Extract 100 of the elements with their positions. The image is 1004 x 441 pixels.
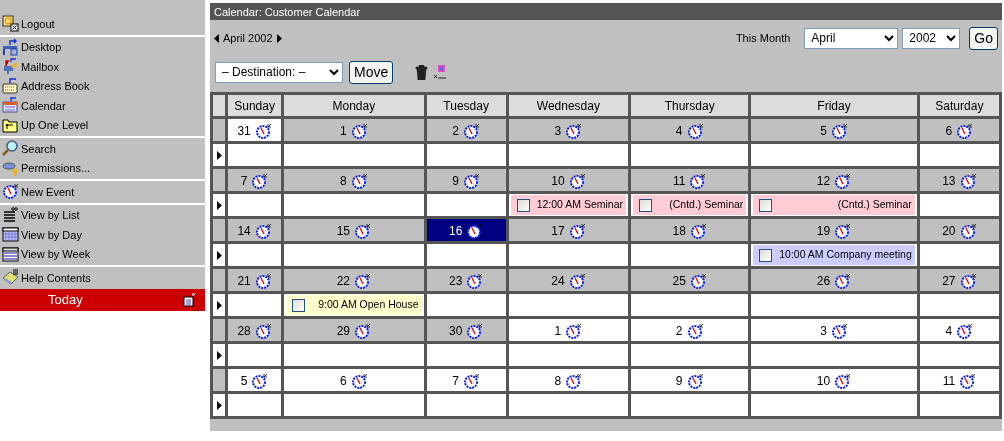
clock-icon[interactable]	[959, 273, 977, 289]
clock-icon[interactable]	[830, 323, 848, 339]
sidebar-item[interactable]: View by List	[0, 205, 205, 225]
checkbox[interactable]	[516, 198, 530, 212]
day-number[interactable]: 19	[816, 222, 831, 240]
day-number[interactable]: 21	[237, 272, 251, 290]
event-item[interactable]: 10:00 AM Company meeting	[753, 245, 915, 265]
clock-icon[interactable]	[251, 173, 269, 189]
day-number[interactable]: 10	[816, 372, 831, 390]
day-number[interactable]: 2	[675, 322, 683, 340]
day-number[interactable]: 1	[340, 122, 347, 140]
expand-arrow-icon[interactable]	[216, 351, 222, 361]
sidebar-item[interactable]: View by Day	[0, 225, 205, 245]
clock-icon[interactable]	[834, 273, 852, 289]
clock-icon[interactable]	[354, 273, 372, 289]
clock-icon[interactable]	[565, 123, 583, 139]
event-item[interactable]: 9:00 AM Open House	[286, 295, 422, 315]
event-item[interactable]: (Cntd.) Seminar	[633, 195, 747, 215]
clock-icon[interactable]	[956, 123, 974, 139]
day-number[interactable]: 6	[945, 122, 953, 140]
clock-icon[interactable]	[959, 223, 977, 239]
go-button[interactable]: Go	[969, 26, 998, 50]
day-number[interactable]: 24	[551, 272, 565, 290]
clock-icon[interactable]	[565, 323, 583, 339]
clock-icon[interactable]	[959, 373, 977, 389]
sidebar-item[interactable]: Search	[0, 139, 205, 159]
day-number[interactable]: 18	[672, 222, 686, 240]
clock-icon[interactable]	[568, 173, 586, 189]
day-number[interactable]: 9	[452, 172, 459, 190]
event-item[interactable]: (Cntd.) Seminar	[753, 195, 915, 215]
day-number[interactable]: 11	[942, 372, 956, 390]
clock-icon[interactable]	[254, 323, 272, 339]
square-icon[interactable]	[434, 65, 447, 79]
sidebar-item[interactable]: Mailbox	[0, 57, 205, 77]
day-number[interactable]: 31	[237, 122, 251, 140]
sidebar-item[interactable]: View by Week	[0, 244, 205, 264]
day-number[interactable]: 17	[551, 222, 565, 240]
clock-icon[interactable]	[350, 173, 368, 189]
day-number[interactable]: 27	[942, 272, 956, 290]
expand-arrow-icon[interactable]	[216, 201, 222, 211]
day-number[interactable]: 4	[945, 322, 953, 340]
year-select[interactable]: 2002	[902, 27, 961, 49]
clock-icon[interactable]	[686, 123, 704, 139]
day-number[interactable]: 14	[237, 222, 251, 240]
day-number[interactable]: 2	[452, 122, 459, 140]
day-number[interactable]: 12	[816, 172, 831, 190]
clock-icon[interactable]	[568, 223, 586, 239]
clock-icon[interactable]	[254, 223, 272, 239]
day-number[interactable]: 4	[675, 122, 683, 140]
clock-icon[interactable]	[565, 373, 583, 389]
day-number[interactable]: 22	[336, 272, 351, 290]
sidebar-item[interactable]: Up One Level	[0, 115, 205, 135]
expand-arrow-icon[interactable]	[216, 401, 222, 411]
month-select[interactable]: April	[804, 27, 899, 49]
day-number[interactable]: 6	[340, 372, 347, 390]
clock-icon[interactable]	[254, 123, 272, 139]
clock-icon[interactable]	[834, 373, 852, 389]
day-number[interactable]: 26	[816, 272, 831, 290]
sidebar-item[interactable]: Address Book	[0, 76, 205, 96]
clock-icon[interactable]	[350, 123, 368, 139]
day-number[interactable]: 3	[820, 322, 827, 340]
move-button[interactable]: Move	[349, 60, 394, 84]
day-number[interactable]: 29	[336, 322, 351, 340]
day-number[interactable]: 8	[554, 372, 562, 390]
day-number[interactable]: 10	[551, 172, 565, 190]
clock-icon[interactable]	[254, 273, 272, 289]
day-number[interactable]: 30	[448, 322, 463, 340]
clock-icon[interactable]	[689, 223, 707, 239]
checkbox[interactable]	[759, 198, 773, 212]
day-number[interactable]: 7	[240, 172, 248, 190]
clock-icon[interactable]	[354, 323, 372, 339]
day-number[interactable]: 5	[240, 372, 248, 390]
sidebar-item[interactable]: Calendar	[0, 96, 205, 116]
day-number[interactable]: 25	[672, 272, 686, 290]
clock-icon[interactable]	[689, 273, 707, 289]
day-number[interactable]: 13	[942, 172, 956, 190]
clock-icon[interactable]	[350, 373, 368, 389]
clock-icon[interactable]	[959, 173, 977, 189]
clock-icon[interactable]	[568, 273, 586, 289]
destination-select[interactable]: – Destination: –	[215, 61, 343, 83]
clock-icon[interactable]	[466, 223, 484, 239]
today-link[interactable]: Today	[48, 289, 83, 310]
clock-icon[interactable]	[689, 173, 707, 189]
day-number[interactable]: 15	[336, 222, 351, 240]
sidebar-item[interactable]: Desktop	[0, 37, 205, 57]
clock-icon[interactable]	[466, 323, 484, 339]
clock-icon[interactable]	[686, 323, 704, 339]
expand-arrow-icon[interactable]	[216, 251, 222, 261]
clock-icon[interactable]	[466, 273, 484, 289]
day-number[interactable]: 7	[452, 372, 459, 390]
day-number[interactable]: 23	[448, 272, 463, 290]
clock-icon[interactable]	[462, 123, 480, 139]
checkbox[interactable]	[759, 248, 773, 262]
clock-icon[interactable]	[834, 173, 852, 189]
clock-icon[interactable]	[956, 323, 974, 339]
day-number[interactable]: 3	[554, 122, 562, 140]
day-number[interactable]: 5	[820, 122, 827, 140]
expand-arrow-icon[interactable]	[216, 301, 222, 311]
clock-icon[interactable]	[686, 373, 704, 389]
clock-icon[interactable]	[834, 223, 852, 239]
